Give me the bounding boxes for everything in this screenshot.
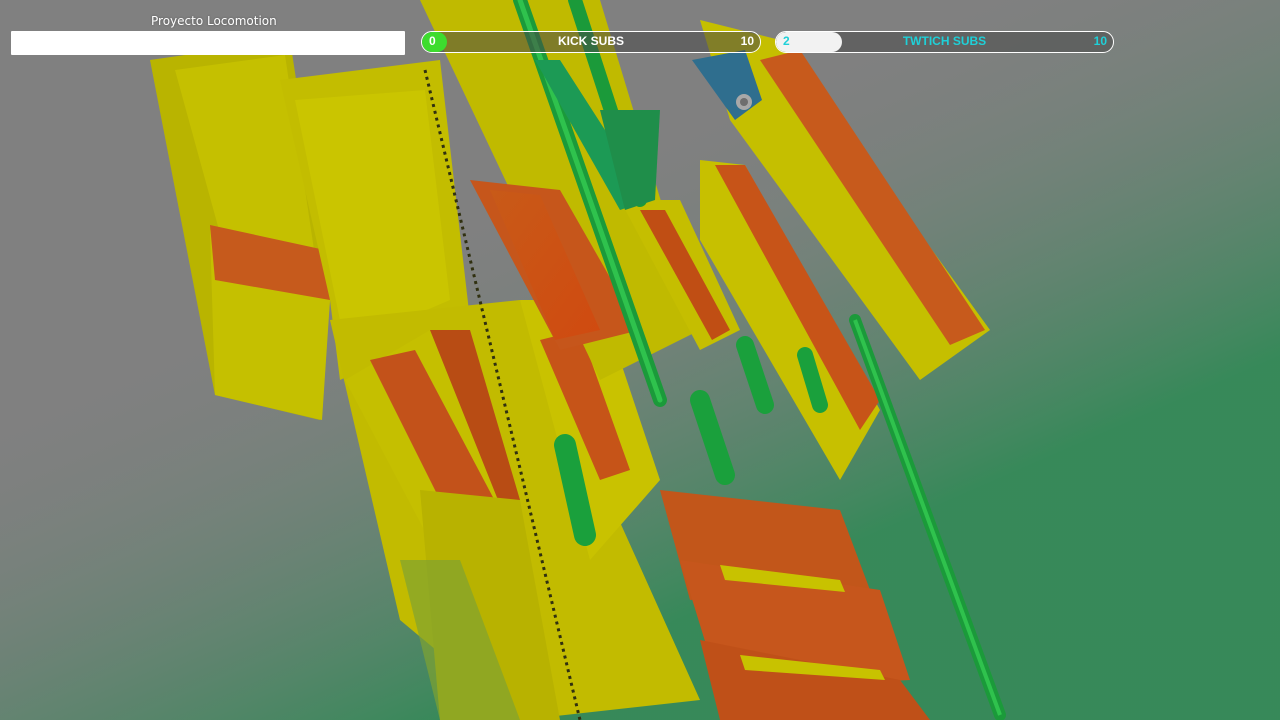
kick-subs-goal: 10 — [740, 34, 754, 48]
twitch-subs-goal: 10 — [1093, 34, 1107, 48]
overlay-title: Proyecto Locomotion — [151, 14, 277, 28]
3d-model-viewport[interactable] — [0, 0, 1280, 720]
twitch-subs-label: TWTICH SUBS — [902, 34, 987, 48]
kick-subs-label: KICK SUBS — [557, 34, 624, 48]
title-bar — [11, 31, 405, 55]
kick-subs-progress-bar: 0 KICK SUBS 10 — [421, 31, 761, 53]
twitch-subs-progress-bar: 2 TWTICH SUBS 10 — [775, 31, 1114, 53]
